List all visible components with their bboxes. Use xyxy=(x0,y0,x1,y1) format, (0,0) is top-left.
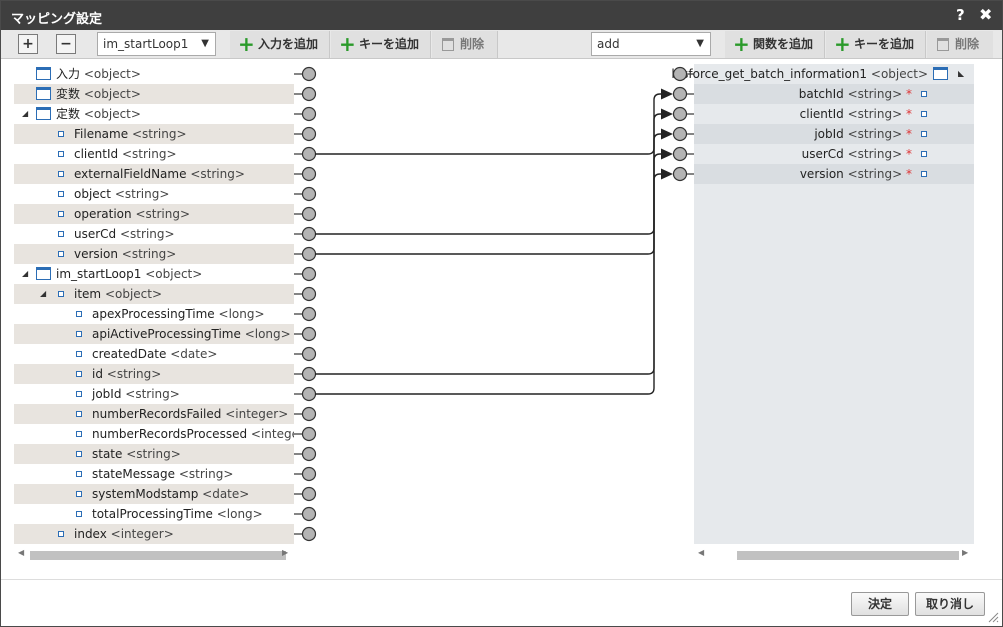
source-port-circle[interactable] xyxy=(301,386,317,402)
mapping-arrowhead xyxy=(661,168,673,180)
right-horizontal-scrollbar[interactable]: ◀ ▶ xyxy=(694,548,974,561)
target-port-circle[interactable] xyxy=(672,146,688,162)
left-horizontal-scrollbar[interactable]: ◀ ▶ xyxy=(14,548,294,561)
source-port-circle[interactable] xyxy=(301,286,317,302)
source-port-circle[interactable] xyxy=(301,406,317,422)
target-port-circle[interactable] xyxy=(672,126,688,142)
footer-divider xyxy=(1,579,1002,580)
resize-grip-icon[interactable] xyxy=(987,611,999,623)
cancel-button[interactable]: 取り消し xyxy=(915,592,985,616)
source-port-circle[interactable] xyxy=(301,466,317,482)
mapping-line xyxy=(315,133,661,395)
mapping-settings-dialog: マッピング設定 ? ✖ + − im_startLoop1 ▼ + 入力を追加 … xyxy=(0,0,1003,627)
mapping-arrowhead xyxy=(661,108,673,120)
source-port-circle[interactable] xyxy=(301,346,317,362)
left-scroll-thumb[interactable] xyxy=(30,551,286,560)
source-port-circle[interactable] xyxy=(301,446,317,462)
source-port-circle[interactable] xyxy=(301,506,317,522)
source-port-circle[interactable] xyxy=(301,206,317,222)
target-port-circle[interactable] xyxy=(672,66,688,82)
target-port-circle[interactable] xyxy=(672,106,688,122)
scroll-left-arrow-icon[interactable]: ◀ xyxy=(698,548,704,557)
mapping-line xyxy=(315,173,661,255)
source-port-circle[interactable] xyxy=(301,326,317,342)
source-port-circle[interactable] xyxy=(301,106,317,122)
source-port-circle[interactable] xyxy=(301,366,317,382)
mapping-connections xyxy=(294,66,694,542)
mapping-line xyxy=(315,153,661,235)
source-port-circle[interactable] xyxy=(301,126,317,142)
source-port-circle[interactable] xyxy=(301,266,317,282)
ok-button[interactable]: 決定 xyxy=(851,592,909,616)
right-scroll-thumb[interactable] xyxy=(737,551,959,560)
mapping-line xyxy=(315,113,661,155)
source-port-circle[interactable] xyxy=(301,226,317,242)
target-port-circle[interactable] xyxy=(672,166,688,182)
source-port-circle[interactable] xyxy=(301,246,317,262)
source-port-circle[interactable] xyxy=(301,426,317,442)
source-port-circle[interactable] xyxy=(301,166,317,182)
target-port-circle[interactable] xyxy=(672,86,688,102)
source-port-circle[interactable] xyxy=(301,306,317,322)
scroll-right-arrow-icon[interactable]: ▶ xyxy=(962,548,968,557)
source-port-circle[interactable] xyxy=(301,66,317,82)
source-port-circle[interactable] xyxy=(301,186,317,202)
scroll-left-arrow-icon[interactable]: ◀ xyxy=(18,548,24,557)
scroll-right-arrow-icon[interactable]: ▶ xyxy=(282,548,288,557)
source-port-circle[interactable] xyxy=(301,146,317,162)
mapping-arrowhead xyxy=(661,148,673,160)
mapping-arrowhead xyxy=(661,88,673,100)
source-port-circle[interactable] xyxy=(301,86,317,102)
source-port-circle[interactable] xyxy=(301,526,317,542)
mapping-arrowhead xyxy=(661,128,673,140)
source-port-circle[interactable] xyxy=(301,486,317,502)
